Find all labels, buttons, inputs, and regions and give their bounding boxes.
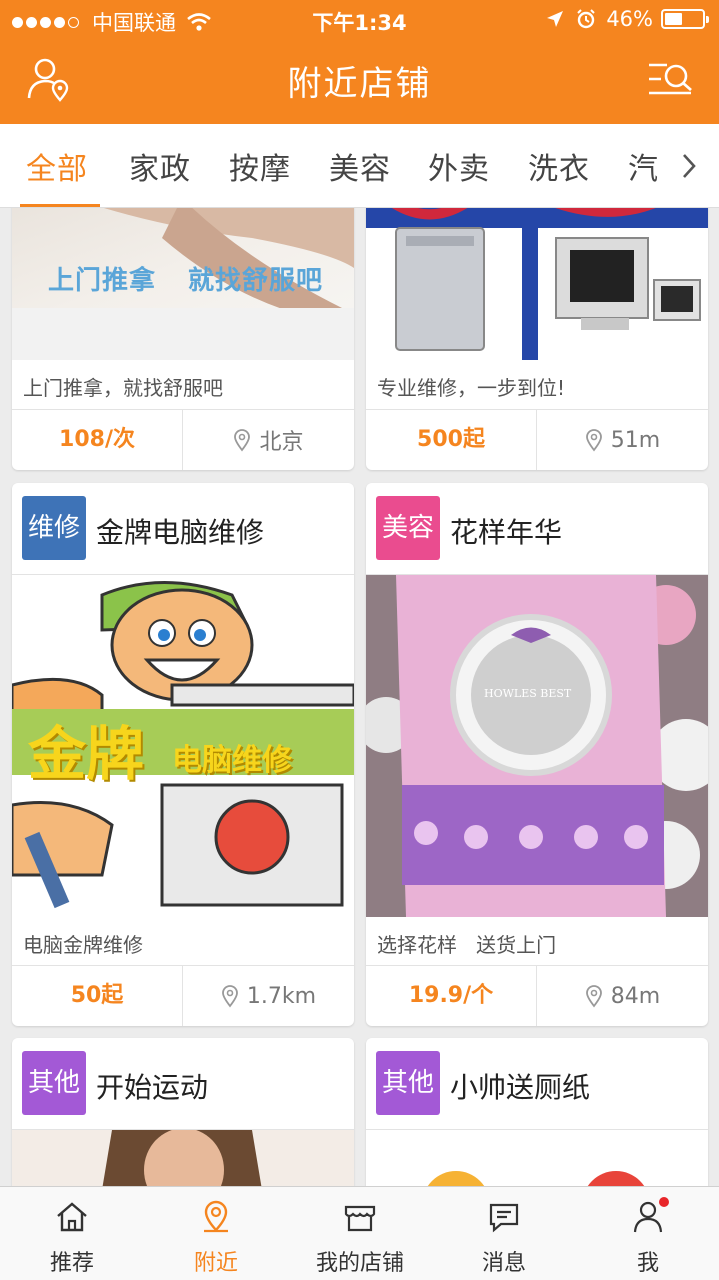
card-footer: 19.9/个 84m [366, 965, 708, 1026]
card-header: 美容 花样年华 [366, 483, 708, 575]
tab-beauty[interactable]: 美容 [329, 144, 391, 188]
shop-price: 50起 [12, 966, 183, 1026]
nav-nearby[interactable]: 附近 [144, 1187, 288, 1280]
card-header: 其他 小帅送厕纸 [366, 1038, 708, 1130]
tabs-scroll-button[interactable] [659, 124, 719, 207]
shop-distance: 51m [537, 410, 708, 470]
store-icon [344, 1205, 376, 1232]
shop-card[interactable]: 维修 金牌电脑维修 金牌 电脑维修 电脑金牌维修 50起 1.7km [12, 483, 354, 1026]
tab-takeout[interactable]: 外卖 [428, 144, 490, 188]
shop-price: 500起 [366, 410, 537, 470]
location-pin-icon [234, 429, 251, 452]
card-header: 维修 金牌电脑维修 [12, 483, 354, 575]
category-tag: 美容 [376, 496, 440, 560]
tissue-photo [427, 1171, 645, 1186]
card-footer: 500起 51m [366, 409, 708, 470]
distance-label: 1.7km [246, 983, 317, 1009]
shop-image: 上门推拿 就找舒服吧 [12, 208, 354, 360]
card-header: 其他 开始运动 [12, 1038, 354, 1130]
tab-laundry[interactable]: 洗衣 [528, 144, 590, 188]
shop-name: 金牌电脑维修 [96, 516, 265, 549]
category-tag: 其他 [376, 1051, 440, 1115]
notification-badge [659, 1197, 669, 1207]
shop-price: 19.9/个 [366, 966, 537, 1026]
cosmetic-package-photo [366, 575, 708, 917]
location-pin-icon [222, 985, 238, 1008]
battery-percent: 46% [606, 7, 653, 31]
shop-price: 108/次 [12, 410, 183, 470]
computer-photo [366, 208, 708, 360]
nav-label: 我的店铺 [315, 1251, 404, 1276]
app-header: 中国联通 下午1:34 46% 附近店铺 [0, 0, 719, 124]
shop-image [366, 1130, 708, 1186]
nav-my-store[interactable]: 我的店铺 [288, 1187, 432, 1280]
shop-description: 上门推拿，就找舒服吧 [23, 376, 223, 400]
tab-car[interactable]: 汽 [628, 144, 659, 188]
status-bar: 中国联通 下午1:34 46% [0, 0, 719, 40]
fitness-photo [102, 1130, 262, 1186]
tab-massage[interactable]: 按摩 [229, 144, 291, 188]
shop-name: 开始运动 [96, 1071, 209, 1104]
card-footer: 108/次 北京 [12, 409, 354, 470]
shop-card[interactable]: 专业维修，一步到位! 500起 51m [366, 208, 708, 470]
shop-image [12, 1130, 354, 1186]
nav-messages[interactable]: 消息 [432, 1187, 576, 1280]
image-caption: 金牌 [28, 720, 145, 788]
message-icon [489, 1203, 519, 1233]
category-tag: 其他 [22, 1051, 86, 1115]
home-icon [57, 1202, 87, 1232]
image-caption: 就找舒服吧 [188, 266, 324, 296]
location-pin-icon [585, 985, 602, 1008]
search-filter-icon[interactable] [647, 56, 693, 102]
image-caption: 电脑维修 [172, 743, 292, 778]
category-tag: 维修 [22, 496, 86, 560]
shop-description: 专业维修，一步到位! [377, 376, 566, 400]
shop-description: 电脑金牌维修 [23, 933, 143, 957]
nav-label: 附近 [193, 1251, 238, 1276]
shop-image: HOWLES BEST [366, 575, 708, 917]
tab-housekeeping[interactable]: 家政 [129, 144, 191, 188]
image-caption: 上门推拿 [48, 266, 157, 296]
image-caption: HOWLES BEST [484, 687, 572, 700]
shop-distance: 北京 [183, 410, 354, 470]
nav-label: 推荐 [49, 1251, 94, 1276]
shop-image: 金牌 电脑维修 [12, 575, 354, 917]
category-tabs: 全部 家政 按摩 美容 外卖 洗衣 汽 [0, 124, 719, 208]
distance-label: 51m [610, 427, 661, 453]
tab-all[interactable]: 全部 [26, 144, 88, 188]
shop-card[interactable]: 上门推拿 就找舒服吧 上门推拿，就找舒服吧 108/次 北京 [12, 208, 354, 470]
nav-label: 我 [636, 1251, 659, 1276]
shop-description: 选择花样 送货上门 [377, 933, 557, 957]
card-footer: 50起 1.7km [12, 965, 354, 1026]
shop-card[interactable]: 其他 小帅送厕纸 [366, 1038, 708, 1186]
battery-level [665, 13, 682, 25]
shop-grid: 上门推拿 就找舒服吧 上门推拿，就找舒服吧 108/次 北京 专业维修，一步到位… [0, 208, 719, 1186]
shop-image [366, 208, 708, 360]
distance-label: 北京 [259, 430, 304, 455]
nav-me[interactable]: 我 [576, 1187, 719, 1280]
shop-card[interactable]: 其他 开始运动 [12, 1038, 354, 1186]
distance-label: 84m [610, 983, 661, 1009]
battery-icon [661, 9, 709, 29]
nav-label: 消息 [481, 1251, 526, 1276]
location-pin-icon [585, 429, 602, 452]
shop-name: 小帅送厕纸 [450, 1071, 591, 1104]
shop-card[interactable]: 美容 花样年华 HOWLES BEST 选择花样 送货上门 19.9/个 84m [366, 483, 708, 1026]
chevron-right-icon [683, 154, 696, 178]
alarm-icon [577, 9, 596, 29]
page-title: 附近店铺 [287, 64, 432, 104]
shop-distance: 84m [537, 966, 708, 1026]
location-arrow-icon [547, 11, 564, 27]
nav-recommend[interactable]: 推荐 [0, 1187, 144, 1280]
bottom-tab-bar: 推荐 附近 我的店铺 消息 我 [0, 1186, 719, 1280]
location-pin-icon [204, 1200, 228, 1233]
shop-name: 花样年华 [450, 516, 563, 549]
shop-distance: 1.7km [183, 966, 354, 1026]
